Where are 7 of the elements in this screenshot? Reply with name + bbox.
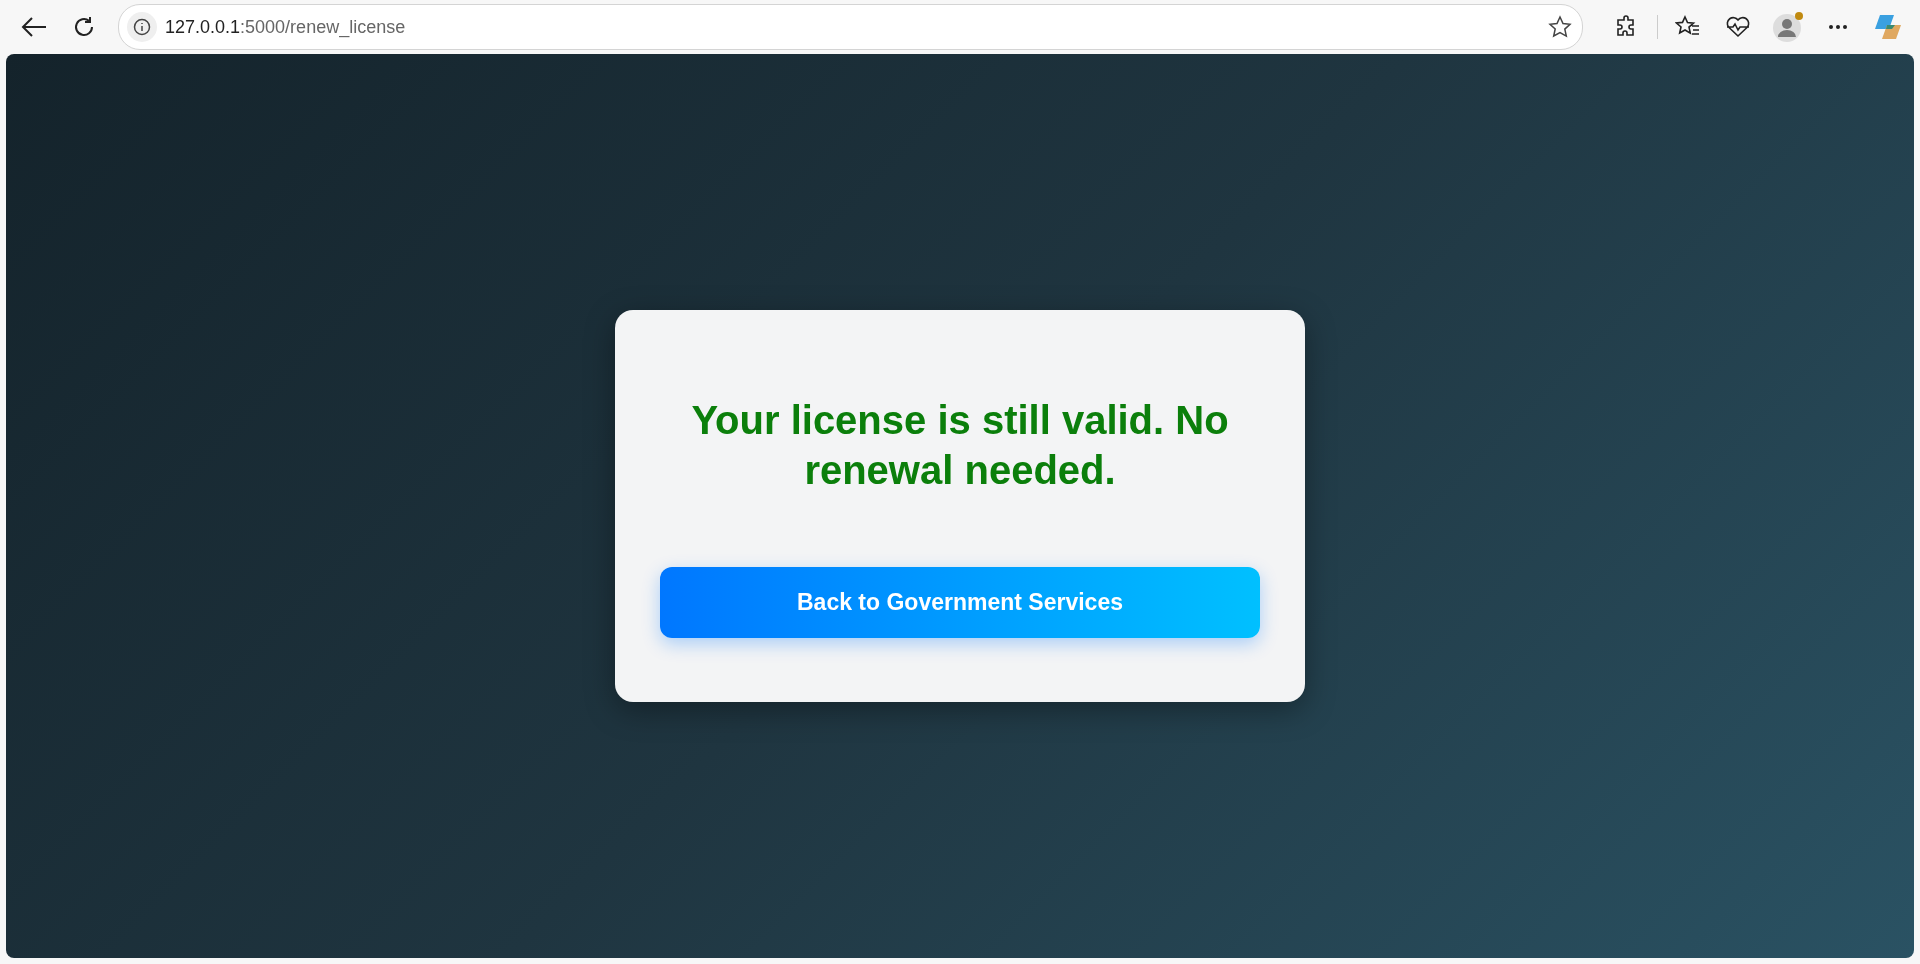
address-bar[interactable]: 127.0.0.1:5000/renew_license <box>118 4 1583 50</box>
back-arrow-icon[interactable] <box>21 16 47 38</box>
reload-icon[interactable] <box>72 15 96 39</box>
url-text: 127.0.0.1:5000/renew_license <box>165 16 407 38</box>
status-message: Your license is still valid. No renewal needed. <box>690 396 1230 494</box>
info-icon[interactable] <box>127 12 157 42</box>
star-icon[interactable] <box>1548 15 1572 39</box>
